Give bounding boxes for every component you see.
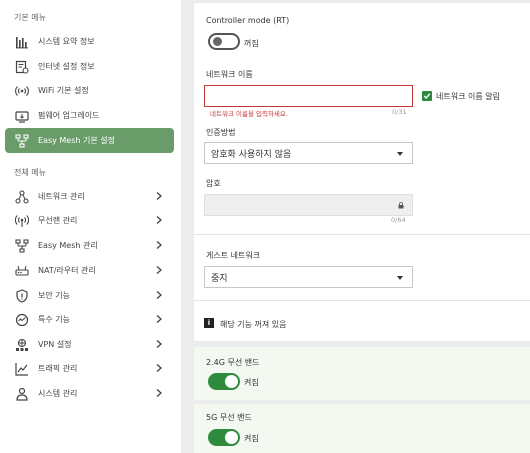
- mesh-icon: [14, 238, 30, 254]
- sidebar-item-traffic[interactable]: 트래픽 관리: [5, 356, 174, 381]
- divider: [194, 234, 530, 235]
- chevron-right-icon: [156, 315, 162, 323]
- chevron-right-icon: [156, 389, 162, 397]
- sidebar-item-easy-mesh-manage[interactable]: Easy Mesh 관리: [5, 233, 174, 258]
- wifi-icon: [14, 83, 30, 99]
- network-name-label: 네트워크 이름: [206, 70, 253, 79]
- network-name-error: 네트워크 이름을 입력하세요.: [210, 110, 288, 118]
- band-5-label: 5G 무선 밴드: [206, 413, 252, 422]
- sidebar: 기본 메뉴 시스템 요약 정보 인터넷 설정 정보 WiFi 기본 설정 펌웨어…: [0, 0, 181, 453]
- sidebar-item-special[interactable]: 특수 기능: [5, 307, 174, 332]
- caret-down-icon: [397, 276, 403, 280]
- band-5-state: 켜짐: [244, 434, 259, 443]
- lock-icon: [398, 202, 404, 209]
- auth-select-value: 암호화 사용하지 않음: [211, 149, 292, 160]
- sidebar-item-vpn[interactable]: VPN 설정: [5, 332, 174, 357]
- shield-icon: [14, 288, 30, 304]
- special-icon: [14, 312, 30, 328]
- chevron-right-icon: [156, 192, 162, 200]
- sidebar-item-wifi-basic[interactable]: WiFi 기본 설정: [5, 78, 174, 103]
- password-label: 암호: [206, 179, 221, 188]
- network-name-counter: 0/31: [392, 108, 407, 116]
- router-icon: [14, 263, 30, 279]
- firmware-icon: [14, 108, 30, 124]
- basic-menu-heading: 기본 메뉴: [14, 13, 46, 22]
- sidebar-item-easy-mesh-basic[interactable]: Easy Mesh 기본 설정: [5, 128, 174, 153]
- band-24-label: 2.4G 무선 밴드: [206, 358, 260, 367]
- controller-mode-toggle[interactable]: [208, 33, 240, 50]
- divider: [194, 300, 530, 301]
- chevron-right-icon: [156, 266, 162, 274]
- sidebar-item-label: 네트워크 관리: [38, 192, 85, 201]
- sidebar-item-network[interactable]: 네트워크 관리: [5, 184, 174, 209]
- band-24-toggle[interactable]: [208, 373, 240, 390]
- chevron-right-icon: [156, 340, 162, 348]
- settings-doc-icon: [14, 59, 30, 75]
- sidebar-item-wireless[interactable]: 무선랜 관리: [5, 208, 174, 233]
- band-5-toggle[interactable]: [208, 429, 240, 446]
- controller-mode-label: Controller mode (RT): [206, 16, 290, 25]
- sidebar-item-nat-router[interactable]: NAT/라우터 관리: [5, 258, 174, 283]
- auth-label: 인증방법: [206, 128, 236, 137]
- sidebar-item-security[interactable]: 보안 기능: [5, 283, 174, 308]
- bar-chart-icon: [14, 34, 30, 50]
- sidebar-item-firmware-upgrade[interactable]: 펌웨어 업그레이드: [5, 103, 174, 128]
- sidebar-item-label: 인터넷 설정 정보: [38, 62, 95, 71]
- guest-network-label: 게스트 네트워크: [206, 251, 261, 260]
- chevron-right-icon: [156, 291, 162, 299]
- sidebar-item-label: 특수 기능: [38, 315, 70, 324]
- main-panel: Controller mode (RT) 꺼짐 네트워크 이름 네트워크 이름을…: [194, 3, 530, 453]
- sidebar-item-label: WiFi 기본 설정: [38, 86, 89, 95]
- chevron-right-icon: [156, 241, 162, 249]
- chevron-right-icon: [156, 216, 162, 224]
- info-icon: i: [204, 318, 214, 328]
- sidebar-item-label: 펌웨어 업그레이드: [38, 111, 100, 120]
- band-24-state: 켜짐: [244, 378, 259, 387]
- sidebar-item-internet-settings[interactable]: 인터넷 설정 정보: [5, 54, 174, 79]
- caret-down-icon: [397, 152, 403, 156]
- sidebar-item-label: VPN 설정: [38, 340, 72, 349]
- chevron-right-icon: [156, 364, 162, 372]
- sidebar-item-system[interactable]: 시스템 관리: [5, 381, 174, 406]
- guest-network-select[interactable]: 중지: [204, 266, 413, 288]
- sidebar-item-label: 보안 기능: [38, 291, 70, 300]
- full-menu-heading: 전체 메뉴: [14, 168, 46, 177]
- hide-ssid-checkbox[interactable]: [422, 91, 432, 101]
- band-24-panel: [194, 347, 530, 400]
- auth-select[interactable]: 암호화 사용하지 않음: [204, 142, 413, 164]
- hide-ssid-label: 네트워크 이름 알림: [436, 92, 500, 101]
- controller-mode-state: 꺼짐: [244, 39, 259, 48]
- system-icon: [14, 386, 30, 402]
- traffic-icon: [14, 361, 30, 377]
- password-counter: 0/64: [391, 216, 406, 224]
- wireless-icon: [14, 213, 30, 229]
- network-icon: [14, 189, 30, 205]
- vpn-icon: [14, 337, 30, 353]
- sidebar-item-label: 시스템 관리: [38, 389, 78, 398]
- guest-network-select-value: 중지: [211, 273, 228, 284]
- password-input: [204, 194, 413, 216]
- info-text: 해당 기능 꺼져 있음: [220, 320, 287, 329]
- sidebar-item-label: Easy Mesh 관리: [38, 241, 98, 250]
- sidebar-item-label: NAT/라우터 관리: [38, 266, 96, 275]
- network-name-input[interactable]: [204, 85, 413, 107]
- mesh-icon: [14, 133, 30, 149]
- sidebar-item-label: 시스템 요약 정보: [38, 37, 95, 46]
- sidebar-item-system-summary[interactable]: 시스템 요약 정보: [5, 29, 174, 54]
- sidebar-item-label: 무선랜 관리: [38, 216, 78, 225]
- check-icon: [423, 93, 431, 100]
- sidebar-item-label: 트래픽 관리: [38, 364, 78, 373]
- sidebar-item-label: Easy Mesh 기본 설정: [38, 136, 115, 145]
